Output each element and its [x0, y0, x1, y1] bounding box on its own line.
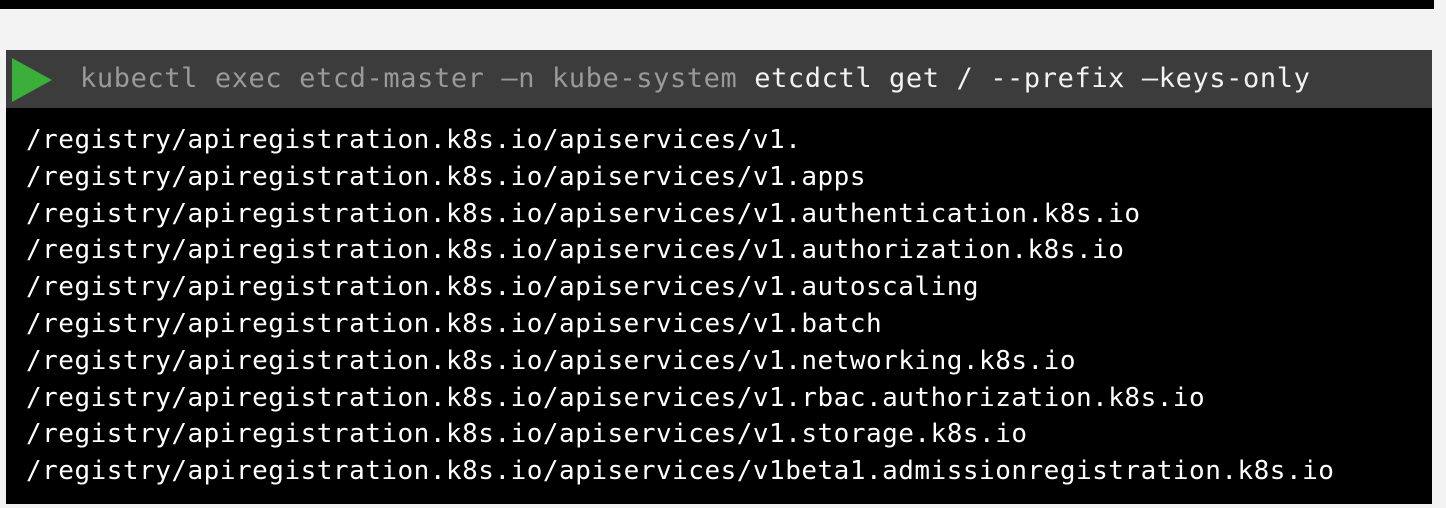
output-line: /registry/apiregistration.k8s.io/apiserv…: [26, 345, 1076, 376]
command-dim-part: kubectl exec etcd-master –n kube-system: [80, 63, 755, 94]
output-line: /registry/apiregistration.k8s.io/apiserv…: [26, 419, 1028, 450]
output-line: /registry/apiregistration.k8s.io/apiserv…: [26, 161, 866, 192]
output-line: /registry/apiregistration.k8s.io/apiserv…: [26, 272, 980, 303]
output-lines: /registry/apiregistration.k8s.io/apiserv…: [26, 122, 1334, 490]
top-border-bar: [0, 0, 1434, 9]
output-line: /registry/apiregistration.k8s.io/apiserv…: [26, 382, 1206, 413]
terminal-window: kubectl exec etcd-master –n kube-system …: [6, 50, 1432, 504]
output-line: /registry/apiregistration.k8s.io/apiserv…: [26, 308, 883, 339]
terminal-output: /registry/apiregistration.k8s.io/apiserv…: [6, 108, 1432, 504]
output-line: /registry/apiregistration.k8s.io/apiserv…: [26, 235, 1125, 266]
command-line: kubectl exec etcd-master –n kube-system …: [80, 63, 1310, 95]
output-line: /registry/apiregistration.k8s.io/apiserv…: [26, 125, 802, 155]
command-bright-part: etcdctl get / --prefix –keys-only: [754, 63, 1311, 94]
output-line: /registry/apiregistration.k8s.io/apiserv…: [26, 198, 1141, 229]
command-bar: kubectl exec etcd-master –n kube-system …: [6, 50, 1432, 108]
play-icon: [12, 58, 52, 102]
output-line: /registry/apiregistration.k8s.io/apiserv…: [26, 456, 1335, 487]
